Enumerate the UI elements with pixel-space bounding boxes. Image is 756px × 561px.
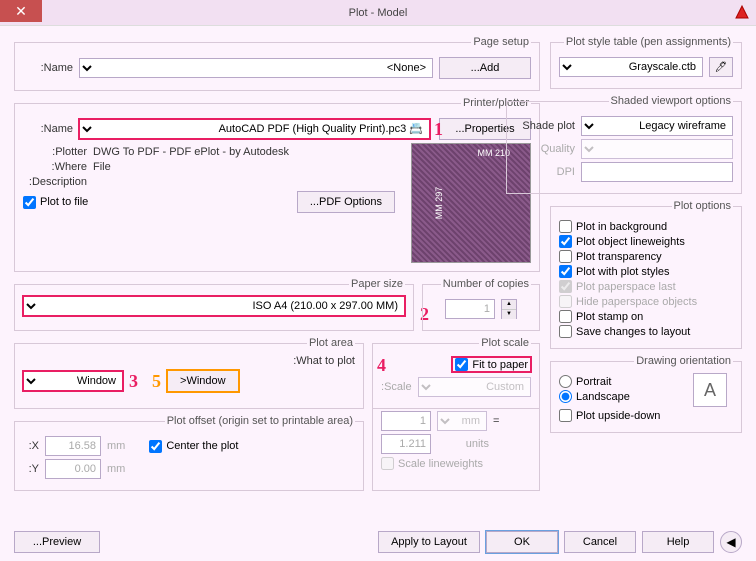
callout-3: 3 xyxy=(129,371,138,392)
copies-spinner: ▲▼ xyxy=(501,299,517,319)
offset-x-unit: mm xyxy=(107,440,125,452)
paper-size-group: Paper size ISO A4 (210.00 x 297.00 MM) 2 xyxy=(14,278,414,331)
scale-select: Custom xyxy=(418,377,531,397)
opt-lineweights[interactable]: Plot object lineweights xyxy=(559,235,733,248)
description-label: Description: xyxy=(23,176,87,188)
scale-den-unit: units xyxy=(437,438,489,450)
opt-stamp[interactable]: Plot stamp on xyxy=(559,310,733,323)
shade-plot-label: Shade plot xyxy=(515,120,575,132)
window-button[interactable]: Window< xyxy=(167,370,239,392)
what-to-plot-select[interactable]: Window xyxy=(23,371,123,391)
printer-name-label: Name: xyxy=(23,123,73,135)
callout-4: 4 xyxy=(377,355,386,376)
offset-y-label: Y: xyxy=(23,463,39,475)
shaded-legend: Shaded viewport options xyxy=(609,95,733,107)
scale-label: Scale: xyxy=(381,381,412,393)
titlebar: Plot - Model ✕ xyxy=(0,0,756,26)
help-button[interactable]: Help xyxy=(642,531,714,553)
offset-x-input xyxy=(45,436,101,456)
dpi-label: DPI xyxy=(515,166,575,178)
scale-den-input xyxy=(381,434,431,454)
plot-to-file-check[interactable]: Plot to file xyxy=(23,196,88,209)
style-table-edit-icon[interactable]: 🖊 xyxy=(709,57,733,77)
offset-x-label: X: xyxy=(23,440,39,452)
style-table-legend: Plot style table (pen assignments) xyxy=(564,36,733,48)
orientation-legend: Drawing orientation xyxy=(634,355,733,367)
callout-1: 1 xyxy=(434,119,443,140)
scale-unit-select: mm xyxy=(437,411,487,431)
plot-area-group: Plot area What to plot: Window 3 5 Windo… xyxy=(14,337,364,409)
printer-group: Printer/plotter Name: 📇 AutoCAD PDF (Hig… xyxy=(14,97,540,272)
plot-scale-legend: Plot scale xyxy=(479,337,531,349)
add-button[interactable]: Add... xyxy=(439,57,531,79)
copies-input xyxy=(445,299,495,319)
what-to-plot-label: What to plot: xyxy=(23,355,355,367)
opt-upside-down[interactable]: Plot upside-down xyxy=(559,409,733,422)
scale-num-input xyxy=(381,411,431,431)
opt-background[interactable]: Plot in background xyxy=(559,220,733,233)
quality-label: Quality xyxy=(515,143,575,155)
opt-save[interactable]: Save changes to layout xyxy=(559,325,733,338)
plotter-label: Plotter: xyxy=(23,146,87,158)
plot-area-legend: Plot area xyxy=(307,337,355,349)
plot-scale-group: Plot scale Fit to paper 4 Scale: Custom xyxy=(372,337,540,409)
callout-5: 5 xyxy=(152,371,161,392)
ok-button[interactable]: OK xyxy=(486,531,558,553)
copies-group: Number of copies ▲▼ xyxy=(422,278,540,331)
page-setup-name-label: Name: xyxy=(23,62,73,74)
orientation-icon: A xyxy=(693,373,727,407)
paper-size-legend: Paper size xyxy=(349,278,405,290)
fit-to-paper-check[interactable]: Fit to paper xyxy=(452,357,531,372)
page-setup-name-select[interactable]: <None> xyxy=(79,58,433,78)
plot-options-group: Plot options Plot in background Plot obj… xyxy=(550,200,742,349)
opt-styles[interactable]: Plot with plot styles xyxy=(559,265,733,278)
opt-paperspace: Plot paperspace last xyxy=(559,280,733,293)
plotter-value: DWG To PDF - PDF ePlot - by Autodesk xyxy=(93,146,289,158)
shade-plot-select[interactable]: Legacy wireframe xyxy=(581,116,733,136)
plot-options-legend: Plot options xyxy=(672,200,733,212)
window-title: Plot - Model xyxy=(349,7,408,19)
where-value: File xyxy=(93,161,111,173)
close-button[interactable]: ✕ xyxy=(0,0,42,22)
center-plot-check[interactable]: Center the plot xyxy=(149,440,238,453)
orientation-portrait[interactable]: Portrait xyxy=(559,375,687,388)
scale-lineweights-check: Scale lineweights xyxy=(381,457,531,470)
orientation-group: Drawing orientation Portrait Landscape A… xyxy=(550,355,742,433)
plot-scale-cont: mm = units Scale lineweights xyxy=(372,408,540,491)
style-table-select[interactable]: Grayscale.ctb xyxy=(559,57,703,77)
quality-select xyxy=(581,139,733,159)
cancel-button[interactable]: Cancel xyxy=(564,531,636,553)
opt-transparency[interactable]: Plot transparency xyxy=(559,250,733,263)
page-setup-group: Page setup Name: <None> Add... xyxy=(14,36,540,91)
page-setup-legend: Page setup xyxy=(471,36,531,48)
footer: Preview... Apply to Layout OK Cancel Hel… xyxy=(14,531,742,553)
offset-y-unit: mm xyxy=(107,463,125,475)
opt-hide: Hide paperspace objects xyxy=(559,295,733,308)
apply-to-layout-button[interactable]: Apply to Layout xyxy=(378,531,480,553)
preview-button[interactable]: Preview... xyxy=(14,531,100,553)
paper-size-select[interactable]: ISO A4 (210.00 x 297.00 MM) xyxy=(23,296,405,316)
style-table-group: Plot style table (pen assignments) Grays… xyxy=(550,36,742,89)
preview-height: 297 MM xyxy=(434,178,444,228)
scale-equals: = xyxy=(493,415,499,427)
orientation-landscape[interactable]: Landscape xyxy=(559,390,687,403)
plot-offset-legend: Plot offset (origin set to printable are… xyxy=(165,415,355,427)
plot-offset-group: Plot offset (origin set to printable are… xyxy=(14,415,364,491)
copies-legend: Number of copies xyxy=(441,278,531,290)
printer-name-select[interactable]: 📇 AutoCAD PDF (High Quality Print).pc3 xyxy=(79,119,430,139)
where-label: Where: xyxy=(23,161,87,173)
app-icon xyxy=(734,4,750,20)
pdf-options-button[interactable]: PDF Options... xyxy=(297,191,395,213)
shaded-group: Shaded viewport options Shade plot Legacy… xyxy=(506,95,742,194)
offset-y-input xyxy=(45,459,101,479)
expand-button[interactable]: ◀ xyxy=(720,531,742,553)
dpi-input xyxy=(581,162,733,182)
